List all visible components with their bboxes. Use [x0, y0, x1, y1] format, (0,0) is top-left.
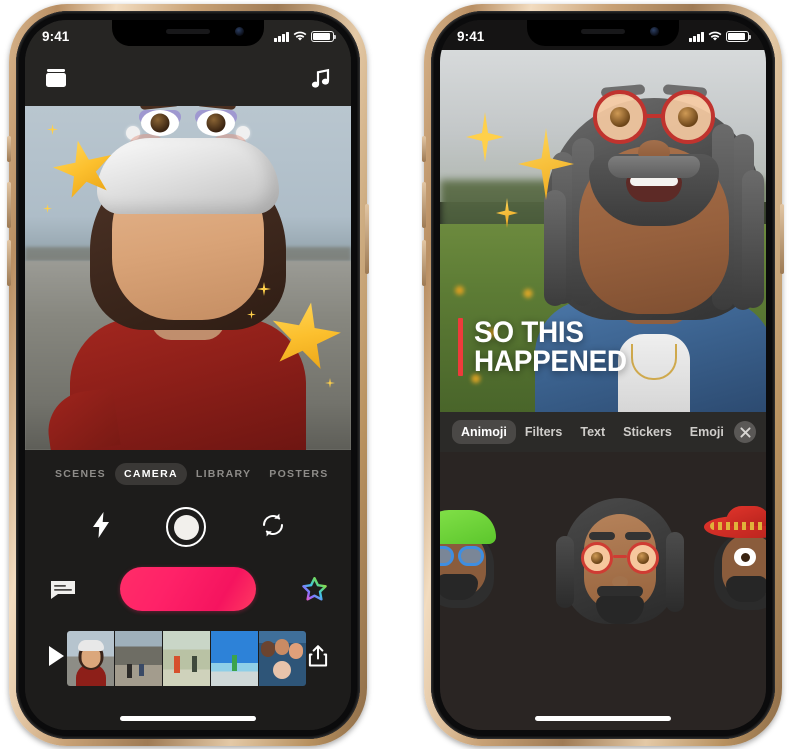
tab-library[interactable]: LIBRARY [187, 463, 260, 485]
memoji-beret [97, 138, 279, 214]
screenshot-stage: 9:41 SCENES CAMERA LIBRARY POSTERS 9:41 … [0, 0, 800, 749]
flash-bolt-icon[interactable] [90, 511, 112, 544]
close-x-icon[interactable] [734, 421, 756, 443]
memoji-eye-right [197, 110, 235, 136]
fx-tab-emoji[interactable]: Emoji [681, 420, 733, 444]
clip-group-selfie[interactable] [259, 631, 306, 686]
fx-tab-animoji[interactable]: Animoji [452, 420, 516, 444]
mute-switch-right[interactable] [422, 136, 426, 162]
front-camera-icon [650, 27, 659, 36]
camera-preview-left[interactable] [25, 106, 351, 450]
animoji-dreadlocks-red-glasses[interactable] [556, 492, 684, 632]
memoji-eye-left [141, 110, 179, 136]
title-accent-bar [458, 317, 463, 376]
home-indicator[interactable] [535, 716, 671, 721]
fx-tab-filters[interactable]: Filters [516, 420, 572, 444]
rainbow-star-icon[interactable] [301, 576, 327, 602]
tab-camera[interactable]: CAMERA [114, 463, 187, 485]
wifi-icon [293, 31, 307, 41]
volume-down-left[interactable] [7, 240, 11, 286]
music-note-icon[interactable] [307, 65, 333, 91]
play-icon[interactable] [47, 645, 66, 672]
memoji-mustache [608, 156, 700, 178]
cellular-bars-icon [689, 31, 704, 42]
fx-tab-stickers[interactable]: Stickers [614, 420, 681, 444]
clip-memoji-beach[interactable] [67, 631, 115, 686]
tab-posters[interactable]: POSTERS [260, 463, 337, 485]
phone-screen-left: 9:41 SCENES CAMERA LIBRARY POSTERS [25, 20, 351, 730]
side-button-left[interactable] [365, 204, 369, 274]
animoji-green-beanie[interactable] [440, 506, 500, 610]
shutter-circle-icon[interactable] [166, 507, 206, 547]
volume-up-right[interactable] [422, 182, 426, 228]
clips-app-left: 9:41 SCENES CAMERA LIBRARY POSTERS [25, 20, 351, 730]
mute-switch-left[interactable] [7, 136, 11, 162]
title-line-2: HAPPENED [474, 344, 627, 378]
video-preview-right[interactable]: SO THIS HAPPENED [440, 50, 766, 412]
camera-controls-left [25, 493, 351, 553]
iphone-left: 9:41 SCENES CAMERA LIBRARY POSTERS [7, 4, 369, 746]
title-line-1: SO THIS [474, 315, 584, 349]
side-button-right[interactable] [780, 204, 784, 274]
projects-folder-icon[interactable] [43, 65, 69, 91]
clip-beach-jump[interactable] [211, 631, 259, 686]
clips-app-right: 9:41 SO THIS HAPPENED Animoji Filters Te… [440, 20, 766, 730]
front-camera-icon [235, 27, 244, 36]
wifi-icon [708, 31, 722, 41]
mode-tabs-left: SCENES CAMERA LIBRARY POSTERS [25, 450, 351, 493]
status-indicators [689, 31, 751, 42]
earpiece-speaker-icon [581, 29, 625, 34]
notch-left [112, 20, 264, 46]
clip-dune-kite[interactable] [163, 631, 211, 686]
memoji-face [579, 84, 729, 314]
memoji-glasses-left [593, 90, 647, 144]
status-indicators [274, 31, 336, 42]
battery-icon [726, 31, 751, 42]
tab-scenes[interactable]: SCENES [46, 463, 115, 485]
phone-screen-right: 9:41 SO THIS HAPPENED Animoji Filters Te… [440, 20, 766, 730]
volume-up-left[interactable] [7, 182, 11, 228]
effects-toolbar-right: Animoji Filters Text Stickers Emoji [440, 412, 766, 452]
share-icon[interactable] [307, 644, 329, 673]
memoji-mouth [626, 174, 682, 202]
captions-bubble-icon[interactable] [49, 579, 75, 599]
battery-icon [311, 31, 336, 42]
animoji-carousel[interactable] [440, 452, 766, 730]
camera-flip-icon[interactable] [260, 512, 286, 543]
volume-down-right[interactable] [422, 240, 426, 286]
notch-right [527, 20, 679, 46]
earpiece-speaker-icon [166, 29, 210, 34]
memoji-lock [742, 170, 764, 308]
status-time: 9:41 [457, 29, 485, 44]
animoji-red-sombrero[interactable] [704, 506, 766, 612]
home-indicator[interactable] [120, 716, 256, 721]
video-title-overlay[interactable]: SO THIS HAPPENED [458, 315, 638, 378]
timeline-left [25, 631, 351, 686]
clip-beach-walkers[interactable] [115, 631, 163, 686]
title-text: SO THIS HAPPENED [474, 315, 638, 378]
iphone-right: 9:41 SO THIS HAPPENED Animoji Filters Te… [422, 4, 784, 746]
memoji-beret-woman [43, 106, 313, 450]
memoji-glasses-right [661, 90, 715, 144]
cellular-bars-icon [274, 31, 289, 42]
clip-strip[interactable] [67, 631, 306, 686]
record-row-left [25, 553, 351, 619]
record-button[interactable] [120, 567, 256, 611]
fx-tab-text[interactable]: Text [571, 420, 614, 444]
memoji-lock [544, 190, 566, 306]
status-time: 9:41 [42, 29, 70, 44]
